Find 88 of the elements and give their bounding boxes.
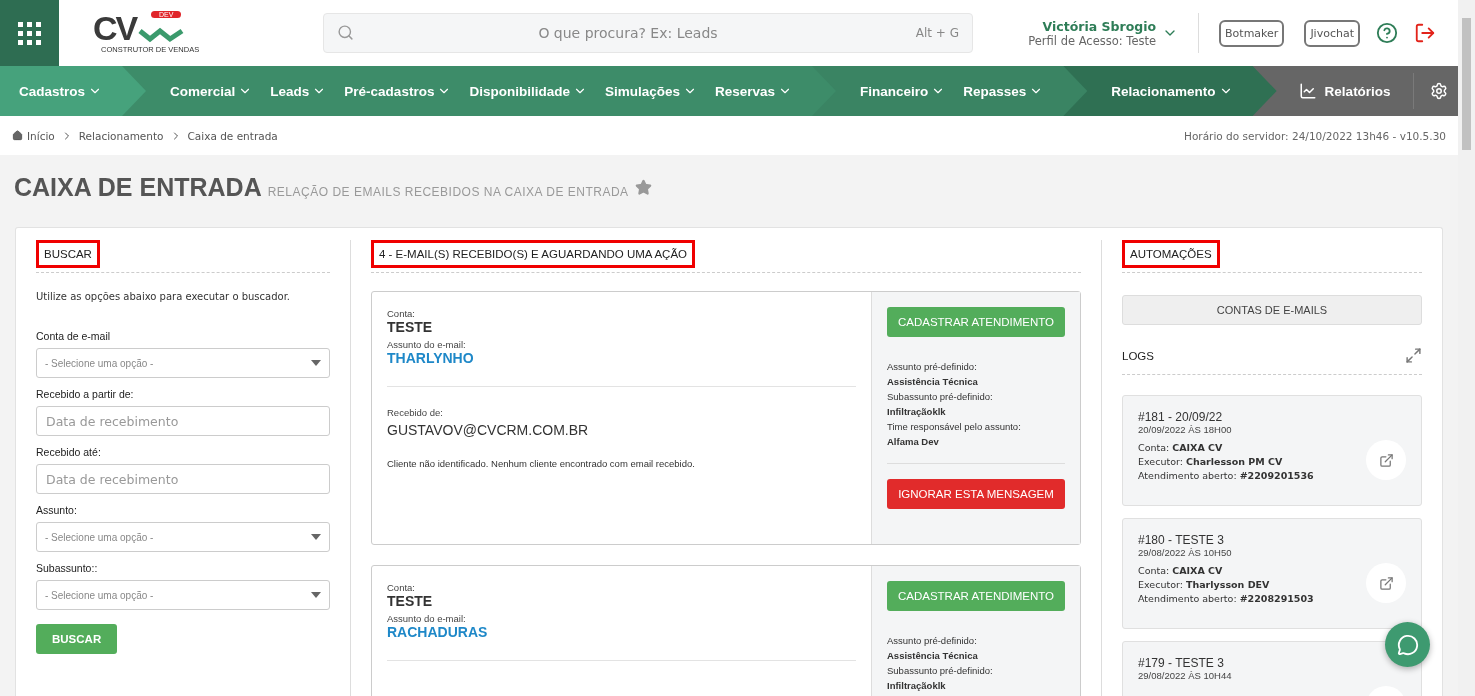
logs-heading: LOGS <box>1122 349 1154 362</box>
open-link-button[interactable] <box>1366 563 1406 603</box>
detail-label: Subassunto pré-definido: <box>887 390 994 404</box>
detail-label: Assunto pré-definido: <box>887 634 978 648</box>
section-heading: 4 - E-MAIL(S) RECEBIDO(S) E AGUARDANDO UMA AÇÃO <box>371 240 695 268</box>
nav-item[interactable]: Simulações <box>604 83 697 99</box>
external-link-icon <box>1378 575 1394 591</box>
search-button[interactable]: BUSCAR <box>36 624 118 654</box>
log-date: 29/08/2022 ÀS 10H44 <box>1138 670 1232 681</box>
home-icon <box>12 130 23 141</box>
detail-label: Assunto pré-definido: <box>887 360 978 374</box>
field-label: Assunto: <box>36 504 78 516</box>
external-link-icon <box>1378 452 1394 468</box>
field-label: Recebido até: <box>36 446 102 458</box>
section-heading: BUSCAR <box>36 240 100 268</box>
log-line: Conta: CAIXA CV <box>1138 441 1224 455</box>
sender-email: GUSTAVOV@CVCRM.COM.BR <box>387 422 590 438</box>
intro-text: Utilize as opções abaixo para executar o buscador. <box>36 291 292 302</box>
select-field[interactable]: - Selecione uma opção - <box>36 348 330 378</box>
page-title: CAIXA DE ENTRADA <box>14 173 262 202</box>
field-label: Recebido a partir de: <box>36 388 135 400</box>
nav-item[interactable]: Reservas <box>714 83 792 99</box>
log-line: Executor: Tharlysson DEV <box>1138 578 1271 592</box>
subject-link[interactable]: THARLYNHO <box>387 350 856 387</box>
section-heading: AUTOMAÇÕES <box>1122 240 1220 268</box>
detail-value: Assistência Técnica <box>887 375 979 389</box>
log-date: 29/08/2022 ÀS 10H50 <box>1138 547 1233 558</box>
line-chart-icon <box>1298 82 1317 100</box>
field-label: Assunto do e-mail: <box>387 613 467 624</box>
page-subtitle: RELAÇÃO DE EMAILS RECEBIDOS NA CAIXA DE ENTRADA <box>267 185 629 199</box>
note-text: Cliente não identificado. Nenhum cliente encontrado com email recebido. <box>387 458 696 469</box>
log-line: Conta: CAIXA CV <box>1138 564 1224 578</box>
nav-item[interactable]: Comercial <box>170 83 253 99</box>
field-label: Subassunto:: <box>36 562 99 574</box>
register-button[interactable]: CADASTRAR ATENDIMENTO <box>887 581 1065 611</box>
user-menu[interactable]: Victória Sbrogio Perfil de Acesso: Teste <box>1028 13 1200 53</box>
select-field[interactable]: - Selecione uma opção - <box>36 522 330 552</box>
help-icon[interactable] <box>1376 22 1398 44</box>
search-icon <box>337 24 354 41</box>
field-label: Conta: <box>387 582 416 593</box>
reports-link[interactable]: Relatórios <box>1276 73 1414 109</box>
register-button[interactable]: CADASTRAR ATENDIMENTO <box>887 307 1065 337</box>
breadcrumb-link[interactable]: Caixa de entrada <box>187 129 278 142</box>
star-icon[interactable] <box>634 179 652 196</box>
field-label: Recebido de: <box>387 407 444 418</box>
log-line: Atendimento aberto: #2209201536 <box>1138 469 1314 483</box>
header-button[interactable]: Jivochat <box>1304 19 1360 47</box>
shortcut-hint: Alt + G <box>915 26 959 40</box>
nav-item[interactable]: Disponibilidade <box>469 83 587 99</box>
detail-value: Infiltraçãoklk <box>887 405 947 419</box>
detail-label: Time responsável pelo assunto: <box>887 420 1022 434</box>
select-field[interactable]: - Selecione uma opção - <box>36 580 330 610</box>
logout-icon[interactable] <box>1414 22 1436 44</box>
date-field[interactable]: Data de recebimento <box>36 464 330 494</box>
field-label: Conta de e-mail <box>36 330 112 342</box>
apps-menu-button[interactable] <box>0 0 59 66</box>
detail-value: Assistência Técnica <box>887 649 979 663</box>
log-title: #181 - 20/09/22 <box>1138 410 1224 424</box>
detail-value: Infiltraçãoklk <box>887 679 947 693</box>
log-line: Atendimento aberto: #2208291503 <box>1138 592 1314 606</box>
account-name: TESTE <box>387 319 434 335</box>
field-label: Conta: <box>387 308 416 319</box>
chat-bubble-icon <box>1396 633 1419 656</box>
detail-label: Subassunto pré-definido: <box>887 664 994 678</box>
detail-value: Alfama Dev <box>887 435 940 449</box>
nav-item[interactable]: Relacionamento <box>1111 83 1233 99</box>
nav-item[interactable]: Pré-cadastros <box>344 83 452 99</box>
expand-icon[interactable] <box>1405 347 1422 364</box>
nav-item[interactable]: Leads <box>270 83 327 99</box>
settings-icon[interactable] <box>1429 82 1448 100</box>
nav-item[interactable]: Cadastros <box>19 83 103 99</box>
account-name: TESTE <box>387 593 434 609</box>
breadcrumb-link[interactable]: Relacionamento <box>78 129 164 142</box>
open-link-button[interactable] <box>1366 440 1406 480</box>
log-title: #180 - TESTE 3 <box>1138 533 1225 547</box>
log-title: #179 - TESTE 3 <box>1138 656 1225 670</box>
server-time: Horário do servidor: 24/10/2022 13h46 - v10.5.30 <box>1184 129 1446 142</box>
date-field[interactable]: Data de recebimento <box>36 406 330 436</box>
log-date: 20/09/2022 ÀS 18H00 <box>1138 424 1233 435</box>
log-line: Executor: Charlesson PM CV <box>1138 455 1284 469</box>
ignore-button[interactable]: IGNORAR ESTA MENSAGEM <box>887 479 1065 509</box>
accounts-button[interactable]: CONTAS DE E-MAILS <box>1122 295 1422 325</box>
nav-item[interactable]: Financeiro <box>860 83 946 99</box>
subject-link[interactable]: RACHADURAS <box>387 624 856 661</box>
header-button[interactable]: Botmaker <box>1219 19 1285 47</box>
nav-item[interactable]: Repasses <box>963 83 1044 99</box>
breadcrumb-link[interactable]: Início <box>12 129 55 142</box>
field-label: Assunto do e-mail: <box>387 339 467 350</box>
